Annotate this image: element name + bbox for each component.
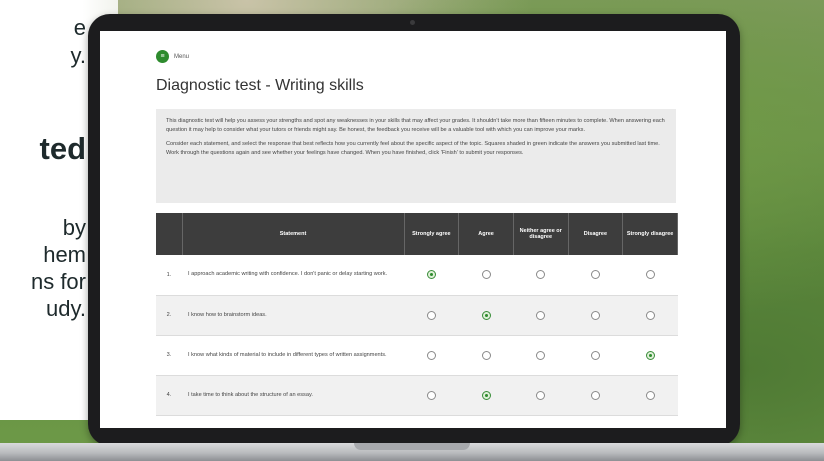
header-neither: Neither agree or disagree <box>513 213 569 255</box>
radio-strongly-agree[interactable] <box>426 270 436 280</box>
side-text-line: e <box>73 15 86 40</box>
option-cell <box>622 375 678 416</box>
radio-disagree[interactable] <box>590 310 600 320</box>
option-cell <box>568 295 623 336</box>
row-number: 4. <box>156 375 182 416</box>
row-number: 3. <box>156 335 182 376</box>
page-title: Diagnostic test - Writing skills <box>156 77 364 94</box>
option-cell <box>622 295 678 336</box>
radio-neither[interactable] <box>536 270 546 280</box>
option-cell <box>513 295 569 336</box>
option-cell <box>622 335 678 376</box>
side-text-line: by <box>62 215 86 240</box>
side-text-line: ns for <box>30 269 86 294</box>
radio-neither[interactable] <box>536 310 546 320</box>
option-cell <box>568 335 623 376</box>
radio-strongly-agree[interactable] <box>426 350 436 360</box>
side-text-line: hem <box>43 242 86 267</box>
option-cell <box>404 255 459 296</box>
header-disagree: Disagree <box>568 213 624 255</box>
radio-strongly-agree[interactable] <box>426 390 436 400</box>
radio-neither[interactable] <box>536 350 546 360</box>
radio-agree[interactable] <box>481 270 491 280</box>
table-row: 1. I approach academic writing with confi… <box>156 255 678 296</box>
intro-box: This diagnostic test will help you asses… <box>156 109 676 203</box>
header-number <box>156 213 183 255</box>
row-statement: I know what kinds of material to include… <box>182 335 404 376</box>
radio-strongly-disagree[interactable] <box>645 390 655 400</box>
option-cell <box>513 375 569 416</box>
option-cell <box>404 335 459 376</box>
radio-agree[interactable] <box>481 350 491 360</box>
header-strongly-disagree: Strongly disagree <box>622 213 678 255</box>
radio-disagree[interactable] <box>590 350 600 360</box>
option-cell <box>622 255 678 296</box>
row-number: 2. <box>156 295 182 336</box>
radio-strongly-agree[interactable] <box>426 310 436 320</box>
table-row: 2. I know how to brainstorm ideas. <box>156 295 678 336</box>
header-strongly-agree: Strongly agree <box>404 213 460 255</box>
radio-strongly-disagree[interactable] <box>645 350 655 360</box>
radio-strongly-disagree[interactable] <box>645 310 655 320</box>
option-cell <box>458 335 514 376</box>
row-statement: I know how to brainstorm ideas. <box>182 295 404 336</box>
option-cell <box>513 335 569 376</box>
diagnostic-table: Statement Strongly agree Agree Neither a… <box>156 213 678 416</box>
laptop-screen: ≡ Menu Diagnostic test - Writing skills … <box>100 31 726 428</box>
row-statement: I approach academic writing with confide… <box>182 255 404 296</box>
side-text-line: y. <box>70 43 86 68</box>
side-heading: ted <box>39 131 87 166</box>
option-cell <box>458 255 514 296</box>
option-cell <box>458 375 514 416</box>
header-agree: Agree <box>458 213 514 255</box>
radio-agree[interactable] <box>481 310 491 320</box>
option-cell <box>404 295 459 336</box>
radio-agree[interactable] <box>481 390 491 400</box>
radio-strongly-disagree[interactable] <box>645 270 655 280</box>
camera-icon <box>410 20 415 25</box>
row-statement: I take time to think about the structure… <box>182 375 404 416</box>
side-text-line: udy. <box>46 296 86 321</box>
radio-disagree[interactable] <box>590 270 600 280</box>
option-cell <box>568 255 623 296</box>
table-header-row: Statement Strongly agree Agree Neither a… <box>156 213 678 255</box>
menu-button[interactable]: ≡ Menu <box>156 50 189 63</box>
intro-paragraph: This diagnostic test will help you asses… <box>166 118 665 133</box>
table-row: 3. I know what kinds of material to inclu… <box>156 335 678 376</box>
option-cell <box>568 375 623 416</box>
radio-disagree[interactable] <box>590 390 600 400</box>
menu-icon[interactable]: ≡ <box>156 50 169 63</box>
menu-label[interactable]: Menu <box>174 54 189 60</box>
row-number: 1. <box>156 255 182 296</box>
table-row: 4. I take time to think about the structu… <box>156 375 678 416</box>
radio-neither[interactable] <box>536 390 546 400</box>
laptop-notch <box>354 443 470 450</box>
intro-paragraph: Consider each statement, and select the … <box>166 141 660 156</box>
option-cell <box>513 255 569 296</box>
option-cell <box>404 375 459 416</box>
header-statement: Statement <box>182 213 405 255</box>
option-cell <box>458 295 514 336</box>
